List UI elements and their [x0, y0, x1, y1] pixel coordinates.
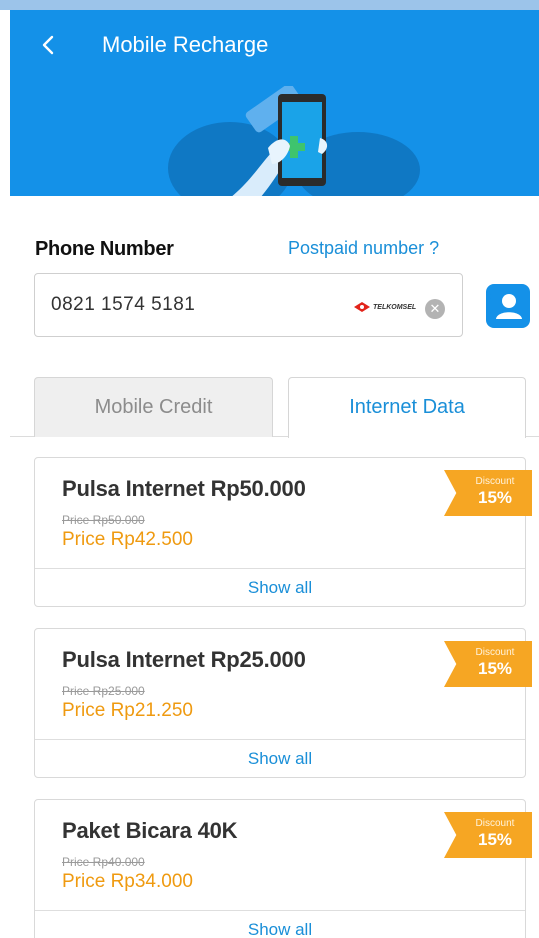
- product-original-price: Price Rp40.000: [62, 855, 145, 869]
- discount-badge: Discount 15%: [444, 641, 532, 687]
- product-original-price: Price Rp25.000: [62, 684, 145, 698]
- discount-badge-label: Discount: [475, 476, 515, 487]
- telkomsel-logo-icon: [354, 302, 370, 312]
- product-price: Price Rp34.000: [62, 871, 193, 892]
- page-title: Mobile Recharge: [102, 32, 269, 57]
- discount-badge-value: 15%: [477, 488, 513, 507]
- phone-recharge-illustration-icon: [168, 86, 420, 196]
- status-strip: [0, 0, 539, 10]
- phone-number-field: TELKOMSEL ✕: [34, 273, 463, 337]
- discount-badge: Discount 15%: [444, 812, 532, 858]
- discount-badge-label: Discount: [475, 818, 515, 829]
- chevron-left-icon: [42, 35, 54, 55]
- clear-button[interactable]: ✕: [425, 299, 445, 319]
- product-name: Pulsa Internet Rp50.000: [62, 476, 306, 501]
- product-card[interactable]: Pulsa Internet Rp25.000 Price Rp25.000 P…: [34, 628, 532, 778]
- product-name: Pulsa Internet Rp25.000: [62, 647, 306, 672]
- contact-picker-button[interactable]: [486, 284, 530, 328]
- product-price: Price Rp42.500: [62, 529, 193, 550]
- product-name: Paket Bicara 40K: [62, 818, 238, 843]
- discount-badge-value: 15%: [477, 830, 513, 849]
- operator-name: TELKOMSEL: [373, 303, 417, 311]
- app-header: Mobile Recharge: [10, 10, 539, 196]
- product-price: Price Rp21.250: [62, 700, 193, 721]
- tab-internet-data[interactable]: Internet Data: [288, 377, 526, 438]
- phone-number-label: Phone Number: [35, 238, 174, 260]
- back-button[interactable]: [34, 30, 64, 60]
- discount-badge-label: Discount: [475, 647, 515, 658]
- discount-badge-value: 15%: [477, 659, 513, 678]
- product-original-price: Price Rp50.000: [62, 513, 145, 527]
- clear-icon: ✕: [429, 301, 441, 316]
- phone-number-input[interactable]: [51, 290, 331, 320]
- product-card[interactable]: Pulsa Internet Rp50.000 Price Rp50.000 P…: [34, 457, 532, 607]
- show-all-button[interactable]: Show all: [35, 740, 525, 778]
- operator-logo: TELKOMSEL: [353, 299, 416, 315]
- postpaid-number-link[interactable]: Postpaid number ?: [288, 238, 439, 259]
- show-all-button[interactable]: Show all: [35, 911, 525, 938]
- tab-mobile-credit[interactable]: Mobile Credit: [34, 377, 273, 437]
- product-card[interactable]: Paket Bicara 40K Price Rp40.000 Price Rp…: [34, 799, 532, 938]
- discount-badge: Discount 15%: [444, 470, 532, 516]
- contact-book-icon: [486, 294, 522, 319]
- show-all-button[interactable]: Show all: [35, 569, 525, 607]
